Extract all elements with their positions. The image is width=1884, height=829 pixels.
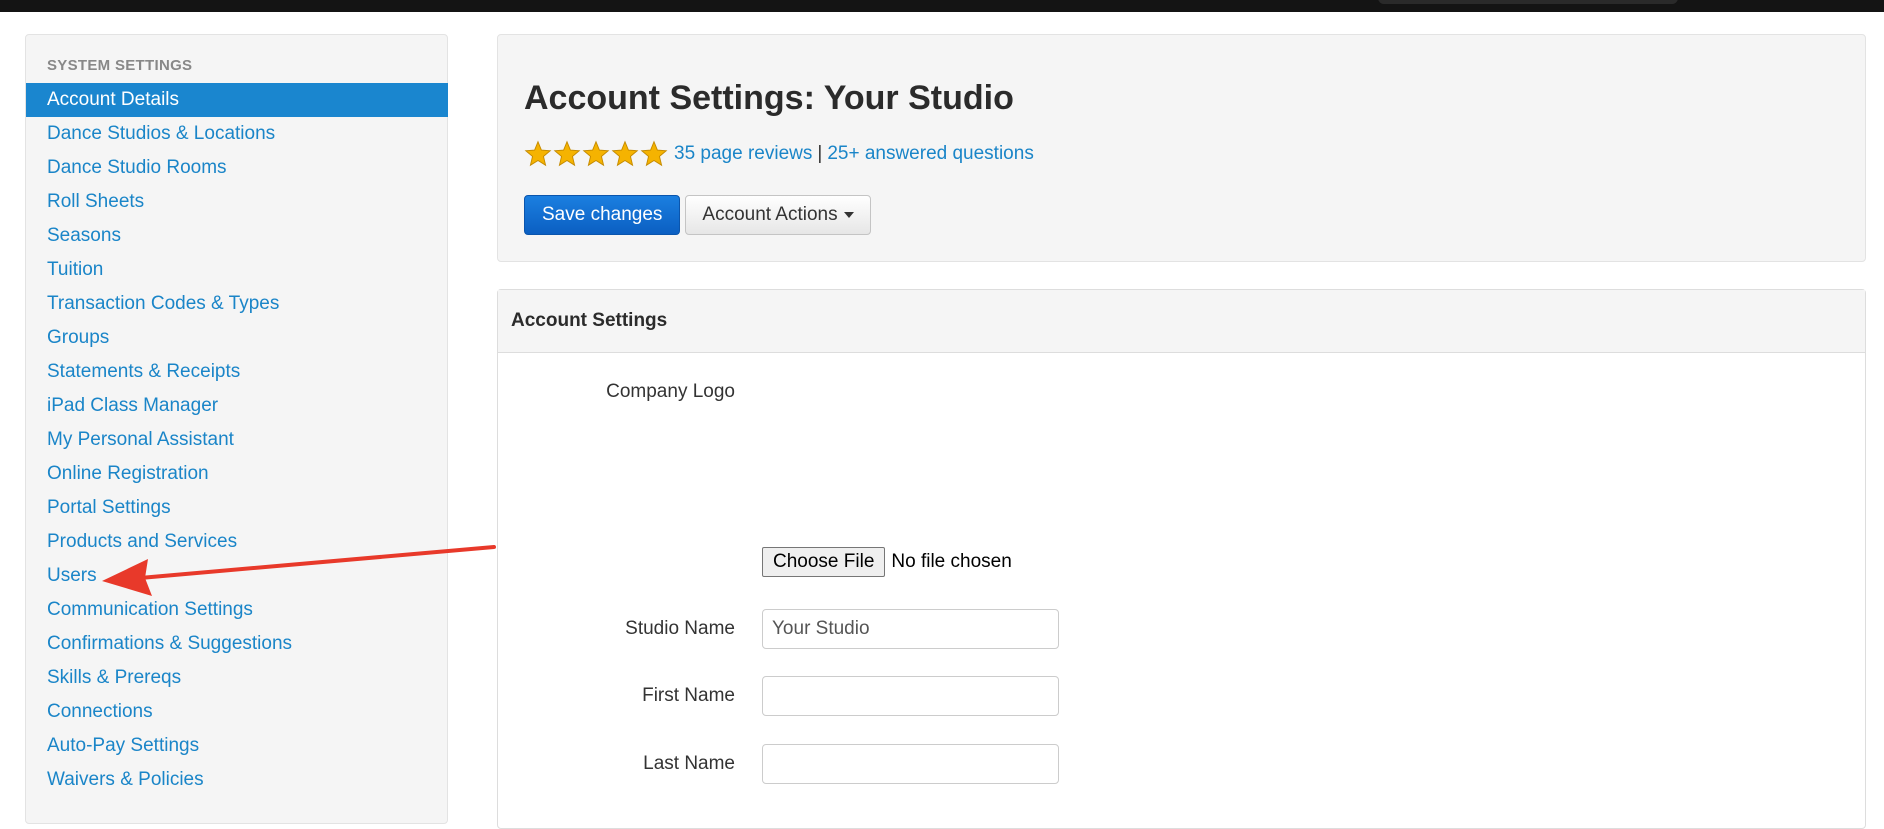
caret-down-icon [843, 212, 854, 218]
page-header-panel: Account Settings: Your Studio 35 page re… [497, 34, 1866, 262]
sidebar-item-online-registration[interactable]: Online Registration [26, 457, 448, 491]
top-navbar [0, 0, 1884, 12]
topbar-search-edge[interactable] [1378, 0, 1678, 4]
sidebar-item-connections[interactable]: Connections [26, 695, 448, 729]
sidebar-item-portal-settings[interactable]: Portal Settings [26, 491, 448, 525]
rating-row: 35 page reviews | 25+ answered questions [524, 139, 1034, 169]
sidebar-item-products-services[interactable]: Products and Services [26, 525, 448, 559]
choose-file-button[interactable]: Choose File [762, 547, 886, 577]
last-name-input[interactable] [762, 744, 1059, 784]
save-changes-button[interactable]: Save changes [524, 195, 681, 235]
star-icon [553, 140, 581, 167]
panel-heading: Account Settings [498, 290, 1865, 353]
link-separator: | [817, 143, 823, 164]
account-actions-label: Account Actions [702, 204, 838, 225]
sidebar-item-transaction-codes[interactable]: Transaction Codes & Types [26, 287, 448, 321]
file-status-text: No file chosen [891, 551, 1012, 572]
sidebar-item-users[interactable]: Users [26, 559, 448, 593]
star-icon [640, 140, 668, 167]
sidebar-item-tuition[interactable]: Tuition [26, 253, 448, 287]
sidebar-item-groups[interactable]: Groups [26, 321, 448, 355]
studio-name-label: Studio Name [625, 618, 735, 639]
account-settings-panel: Account Settings Company Logo Choose Fil… [497, 289, 1866, 829]
answered-questions-link[interactable]: 25+ answered questions [827, 143, 1034, 165]
sidebar-item-dance-studio-rooms[interactable]: Dance Studio Rooms [26, 151, 448, 185]
star-icon [611, 140, 639, 167]
account-actions-dropdown[interactable]: Account Actions [685, 195, 871, 235]
header-actions: Save changes Account Actions [524, 195, 871, 235]
sidebar-item-communication-settings[interactable]: Communication Settings [26, 593, 448, 627]
company-logo-label: Company Logo [606, 381, 735, 402]
studio-name-input[interactable] [762, 609, 1059, 649]
sidebar-item-seasons[interactable]: Seasons [26, 219, 448, 253]
sidebar-item-roll-sheets[interactable]: Roll Sheets [26, 185, 448, 219]
sidebar-item-dance-studios-locations[interactable]: Dance Studios & Locations [26, 117, 448, 151]
first-name-input[interactable] [762, 676, 1059, 716]
sidebar-item-confirmations-suggestions[interactable]: Confirmations & Suggestions [26, 627, 448, 661]
first-name-label: First Name [642, 685, 735, 706]
sidebar-item-account-details[interactable]: Account Details [26, 83, 448, 117]
sidebar-item-ipad-class-manager[interactable]: iPad Class Manager [26, 389, 448, 423]
sidebar-item-auto-pay-settings[interactable]: Auto-Pay Settings [26, 729, 448, 763]
sidebar-item-waivers-policies[interactable]: Waivers & Policies [26, 763, 448, 797]
last-name-label: Last Name [643, 753, 735, 774]
star-rating [524, 140, 668, 168]
page-title: Account Settings: Your Studio [524, 79, 1014, 117]
page-reviews-link[interactable]: 35 page reviews [674, 143, 812, 165]
sidebar-item-skills-prereqs[interactable]: Skills & Prereqs [26, 661, 448, 695]
logo-file-picker: Choose File No file chosen [762, 547, 1012, 577]
settings-sidebar: SYSTEM SETTINGS Account Details Dance St… [25, 34, 448, 824]
sidebar-nav: Account Details Dance Studios & Location… [26, 83, 449, 797]
star-icon [524, 140, 552, 167]
sidebar-item-personal-assistant[interactable]: My Personal Assistant [26, 423, 448, 457]
sidebar-header: SYSTEM SETTINGS [47, 57, 193, 74]
sidebar-item-statements-receipts[interactable]: Statements & Receipts [26, 355, 448, 389]
star-icon [582, 140, 610, 167]
